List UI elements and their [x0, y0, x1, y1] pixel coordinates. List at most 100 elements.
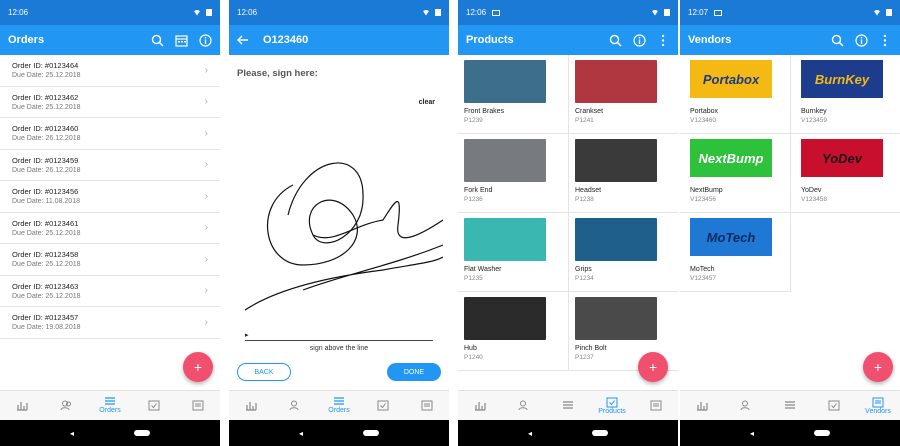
chevron-right-icon: › [204, 316, 208, 328]
nav-vendors[interactable]: Vendors [856, 391, 900, 420]
nav-orders[interactable]: Orders [317, 391, 361, 420]
wifi-icon [422, 9, 430, 16]
add-order-button[interactable]: + [183, 352, 213, 382]
system-nav: ◂ [229, 420, 449, 446]
nav-orders[interactable] [768, 391, 812, 420]
nav-orders[interactable]: Orders [88, 391, 132, 420]
search-icon[interactable] [150, 33, 164, 47]
product-card[interactable]: Hub P1240 [458, 292, 569, 371]
order-row[interactable]: Order ID: #0123463 Due Date: 25.12.2018 › [0, 276, 220, 307]
info-icon[interactable] [632, 33, 646, 47]
products-screen: 12:06 Products Front Brakes P1239 Crankset… [458, 0, 678, 446]
product-card[interactable]: Crankset P1241 [569, 55, 678, 134]
list-icon [562, 400, 574, 411]
done-button[interactable]: DONE [387, 363, 441, 381]
battery-icon [435, 9, 441, 16]
bar-chart-icon [245, 400, 257, 411]
product-image [575, 60, 657, 103]
nav-orders-label: Orders [328, 407, 350, 414]
checkbox-icon [377, 400, 389, 411]
back-button[interactable]: BACK [237, 363, 291, 381]
product-name: Flat Washer [464, 266, 502, 273]
more-vert-icon[interactable] [878, 33, 892, 47]
order-row[interactable]: Order ID: #0123458 Due Date: 25.12.2018 › [0, 244, 220, 276]
bar-chart-icon [696, 400, 708, 411]
signature-canvas[interactable] [243, 145, 443, 320]
arrow-back-icon[interactable] [237, 35, 249, 45]
checkbox-icon [606, 397, 618, 408]
nav-vendors[interactable] [405, 391, 449, 420]
signature-area: Please, sign here: clear ▸ sign above th… [229, 55, 449, 390]
chevron-right-icon: › [204, 222, 208, 234]
status-time: 12:06 [8, 8, 29, 17]
nav-customers[interactable] [44, 391, 88, 420]
vendor-card[interactable]: BurnKey Burnkey V123459 [791, 55, 900, 134]
add-product-button[interactable]: + [638, 352, 668, 382]
nav-customers[interactable] [273, 391, 317, 420]
vendor-card[interactable]: YoDev YoDev V123458 [791, 134, 900, 213]
product-name: Hub [464, 345, 477, 352]
order-id: Order ID: #0123461 [12, 218, 79, 228]
nav-dashboard[interactable] [229, 391, 273, 420]
vendor-card[interactable]: Portabox Portabox V123460 [680, 55, 791, 134]
order-row[interactable]: Order ID: #0123457 Due Date: 19.08.2018 › [0, 307, 220, 339]
product-card[interactable]: Flat Washer P1235 [458, 213, 569, 292]
nav-customers[interactable] [724, 391, 768, 420]
info-icon[interactable] [198, 33, 212, 47]
home-icon[interactable] [592, 430, 608, 436]
home-icon[interactable] [814, 430, 830, 436]
nav-dashboard[interactable] [680, 391, 724, 420]
more-vert-icon[interactable] [656, 33, 670, 47]
image-notification-icon [492, 9, 501, 16]
product-card[interactable]: Fork End P1236 [458, 134, 569, 213]
back-icon[interactable]: ◂ [299, 429, 303, 438]
nav-dashboard[interactable] [0, 391, 44, 420]
order-due-date: Due Date: 19.08.2018 [12, 324, 81, 332]
order-row[interactable]: Order ID: #0123461 Due Date: 25.12.2018 › [0, 213, 220, 244]
order-row[interactable]: Order ID: #0123459 Due Date: 26.12.2018 › [0, 150, 220, 181]
nav-customers[interactable] [502, 391, 546, 420]
vendor-code: V123460 [690, 117, 717, 124]
checkbox-icon [148, 400, 160, 411]
product-image [464, 139, 546, 182]
nav-vendors[interactable] [176, 391, 220, 420]
back-icon[interactable]: ◂ [70, 429, 74, 438]
search-icon[interactable] [830, 33, 844, 47]
order-row[interactable]: Order ID: #0123462 Due Date: 25.12.2018 › [0, 87, 220, 118]
chevron-right-icon: › [204, 190, 208, 202]
nav-products[interactable] [812, 391, 856, 420]
image-notification-icon [714, 9, 723, 16]
nav-products[interactable] [361, 391, 405, 420]
vendor-card[interactable]: MoTech MoTech V123457 [680, 213, 791, 292]
nav-products[interactable] [132, 391, 176, 420]
vendor-code: V123457 [690, 275, 717, 282]
product-card[interactable]: Grips P1234 [569, 213, 678, 292]
home-icon[interactable] [134, 430, 150, 436]
nav-orders[interactable] [546, 391, 590, 420]
product-image [575, 218, 657, 261]
vendor-card[interactable]: NextBump NextBump V123456 [680, 134, 791, 213]
order-row[interactable]: Order ID: #0123464 Due Date: 25.12.2018 › [0, 55, 220, 87]
product-name: Fork End [464, 187, 493, 194]
home-icon[interactable] [363, 430, 379, 436]
nav-products[interactable]: Products [590, 391, 634, 420]
info-icon[interactable] [854, 33, 868, 47]
product-card[interactable]: Headset P1238 [569, 134, 678, 213]
add-vendor-button[interactable]: + [863, 352, 893, 382]
clear-button[interactable]: clear [419, 99, 435, 106]
nav-vendors[interactable] [634, 391, 678, 420]
order-row[interactable]: Order ID: #0123460 Due Date: 26.12.2018 › [0, 118, 220, 150]
vendor-name: NextBump [690, 187, 723, 194]
product-card[interactable]: Front Brakes P1239 [458, 55, 569, 134]
product-code: P1239 [464, 117, 483, 124]
status-bar: 12:06 [0, 0, 220, 25]
order-due-date: Due Date: 26.12.2018 [12, 135, 81, 143]
back-icon[interactable]: ◂ [528, 429, 532, 438]
nav-dashboard[interactable] [458, 391, 502, 420]
order-row[interactable]: Order ID: #0123456 Due Date: 11.08.2018 › [0, 181, 220, 213]
calendar-icon[interactable] [174, 33, 188, 47]
back-icon[interactable]: ◂ [750, 429, 754, 438]
product-code: P1240 [464, 354, 483, 361]
search-icon[interactable] [608, 33, 622, 47]
nav-vendors-label: Vendors [865, 407, 891, 415]
